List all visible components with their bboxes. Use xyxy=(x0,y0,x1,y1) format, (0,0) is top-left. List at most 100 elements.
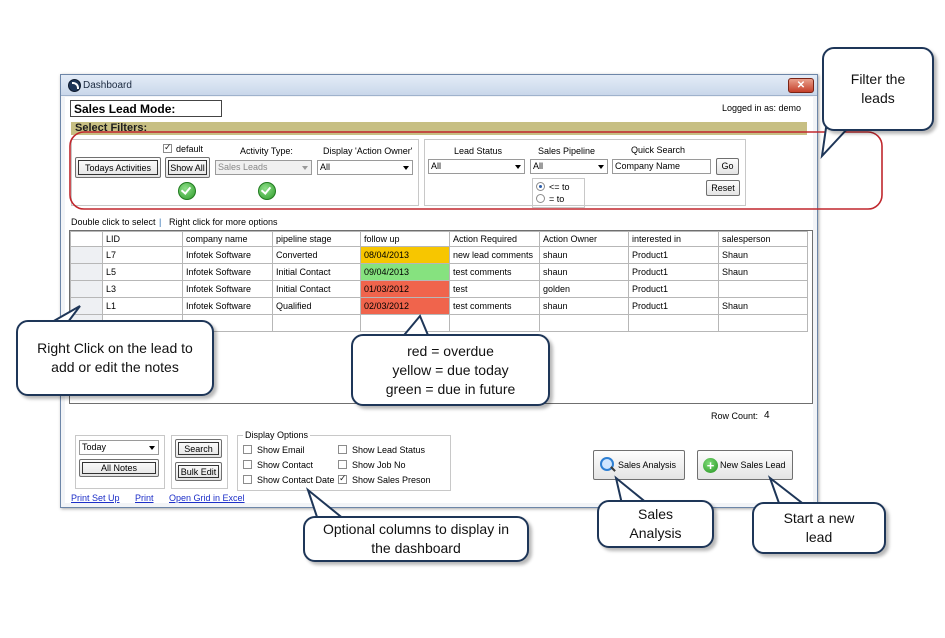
todays-activities-button[interactable]: Todays Activities xyxy=(75,157,161,178)
quick-search-input[interactable]: Company Name xyxy=(612,159,711,174)
row-selector[interactable] xyxy=(70,263,103,281)
table-cell[interactable]: shaun xyxy=(539,297,629,315)
table-cell[interactable]: Initial Contact xyxy=(272,280,361,298)
table-row[interactable]: L1 Infotek Software Qualified 02/03/2012 tes… xyxy=(70,297,808,315)
period-select[interactable]: Today xyxy=(79,440,159,455)
column-header[interactable]: interested in xyxy=(628,231,719,247)
row-selector[interactable] xyxy=(70,280,103,298)
table-cell[interactable]: Product1 xyxy=(628,297,719,315)
sales-pipeline-select[interactable]: All xyxy=(530,159,608,174)
column-header[interactable]: pipeline stage xyxy=(272,231,361,247)
table-cell[interactable]: Qualified xyxy=(272,297,361,315)
row-count-value: 4 xyxy=(764,410,770,421)
close-button[interactable]: ✕ xyxy=(788,78,814,93)
display-option-checkbox[interactable] xyxy=(243,445,252,454)
print-setup-link[interactable]: Print Set Up xyxy=(71,493,120,503)
row-selector[interactable] xyxy=(70,297,103,315)
column-header[interactable]: Action Owner xyxy=(539,231,629,247)
display-option-checkbox[interactable] xyxy=(338,460,347,469)
table-cell[interactable]: 08/04/2013 xyxy=(360,246,450,264)
table-cell[interactable]: 02/03/2012 xyxy=(360,297,450,315)
table-row[interactable]: L5 Infotek Software Initial Contact 09/04/2… xyxy=(70,263,808,281)
table-row[interactable]: L7 Infotek Software Converted 08/04/2013 new… xyxy=(70,246,808,264)
radio-equal[interactable] xyxy=(536,194,545,203)
column-header[interactable]: Action Required xyxy=(449,231,540,247)
action-owner-select[interactable]: All xyxy=(317,160,413,175)
table-cell[interactable]: test comments xyxy=(449,263,540,281)
green-check-icon xyxy=(178,182,196,200)
table-row[interactable]: L3 Infotek Software Initial Contact 01/03/2… xyxy=(70,280,808,298)
print-link[interactable]: Print xyxy=(135,493,154,503)
table-cell[interactable]: Shaun xyxy=(718,263,808,281)
display-option-checkbox[interactable] xyxy=(243,460,252,469)
table-cell[interactable] xyxy=(539,314,629,332)
callout-filter-leads: Filter the leads xyxy=(822,47,934,131)
table-cell[interactable]: Initial Contact xyxy=(272,263,361,281)
table-cell[interactable]: test xyxy=(449,280,540,298)
grid-corner xyxy=(70,231,103,247)
row-selector[interactable] xyxy=(70,246,103,264)
callout-optional-text: Optional columns to display in the dashb… xyxy=(323,521,509,556)
callout-right-click: Right Click on the lead to add or edit t… xyxy=(16,320,214,396)
table-cell[interactable]: Product1 xyxy=(628,263,719,281)
table-cell[interactable]: 09/04/2013 xyxy=(360,263,450,281)
table-cell[interactable]: Infotek Software xyxy=(182,263,273,281)
radio-less-equal[interactable] xyxy=(536,182,545,191)
table-cell[interactable]: Product1 xyxy=(628,246,719,264)
open-grid-excel-link[interactable]: Open Grid in Excel xyxy=(169,493,245,503)
table-cell[interactable]: Shaun xyxy=(718,246,808,264)
table-cell[interactable]: Infotek Software xyxy=(182,246,273,264)
table-cell[interactable]: L1 xyxy=(102,297,183,315)
table-cell[interactable]: Infotek Software xyxy=(182,280,273,298)
column-header[interactable]: follow up xyxy=(360,231,450,247)
hint-double-click: Double click to select xyxy=(71,217,156,227)
table-cell[interactable] xyxy=(272,314,361,332)
bulk-edit-button[interactable]: Bulk Edit xyxy=(175,462,222,481)
table-cell[interactable]: L5 xyxy=(102,263,183,281)
chevron-down-icon xyxy=(515,165,521,169)
go-label: Go xyxy=(721,161,734,171)
new-sales-lead-button[interactable]: + New Sales Lead xyxy=(697,450,793,480)
table-cell[interactable]: Product1 xyxy=(628,280,719,298)
radio-equal-label: = to xyxy=(549,194,565,204)
table-cell[interactable]: shaun xyxy=(539,246,629,264)
table-cell[interactable]: shaun xyxy=(539,263,629,281)
go-button[interactable]: Go xyxy=(716,158,739,175)
radio-less-equal-label: <= to xyxy=(549,182,570,192)
table-cell[interactable] xyxy=(718,280,808,298)
table-cell[interactable] xyxy=(449,314,540,332)
display-option-checkbox[interactable] xyxy=(338,445,347,454)
table-cell[interactable]: 01/03/2012 xyxy=(360,280,450,298)
display-option-checkbox[interactable] xyxy=(243,475,252,484)
table-cell[interactable] xyxy=(360,314,450,332)
activity-type-select[interactable]: Sales Leads xyxy=(215,160,312,175)
table-cell[interactable]: new lead comments xyxy=(449,246,540,264)
callout-color-legend: red = overdue yellow = due today green =… xyxy=(351,334,550,406)
table-cell[interactable] xyxy=(628,314,719,332)
column-header[interactable]: LID xyxy=(102,231,183,247)
title-bar[interactable]: Dashboard ✕ xyxy=(61,75,817,96)
table-cell[interactable]: Infotek Software xyxy=(182,297,273,315)
table-cell[interactable]: L3 xyxy=(102,280,183,298)
hint-right-click: Right click for more options xyxy=(169,217,278,227)
display-option-checkbox[interactable] xyxy=(338,473,347,484)
table-cell[interactable]: Converted xyxy=(272,246,361,264)
table-cell[interactable] xyxy=(718,314,808,332)
show-all-button[interactable]: Show All xyxy=(165,157,210,178)
all-notes-button[interactable]: All Notes xyxy=(79,459,159,477)
dashboard-client-area: Sales Lead Mode: Logged in as: demo Sele… xyxy=(65,97,813,503)
column-header[interactable]: company name xyxy=(182,231,273,247)
table-cell[interactable]: golden xyxy=(539,280,629,298)
chevron-down-icon xyxy=(403,166,409,170)
table-cell[interactable]: L7 xyxy=(102,246,183,264)
reset-button[interactable]: Reset xyxy=(706,180,740,196)
table-cell[interactable]: test comments xyxy=(449,297,540,315)
table-cell[interactable]: Shaun xyxy=(718,297,808,315)
sales-analysis-button[interactable]: Sales Analysis xyxy=(593,450,685,480)
todays-activities-label: Todays Activities xyxy=(84,162,152,173)
search-button[interactable]: Search xyxy=(175,439,222,458)
lead-status-select[interactable]: All xyxy=(428,159,525,174)
default-checkbox[interactable] xyxy=(163,142,172,153)
window-title: Dashboard xyxy=(83,80,132,91)
column-header[interactable]: salesperson xyxy=(718,231,808,247)
